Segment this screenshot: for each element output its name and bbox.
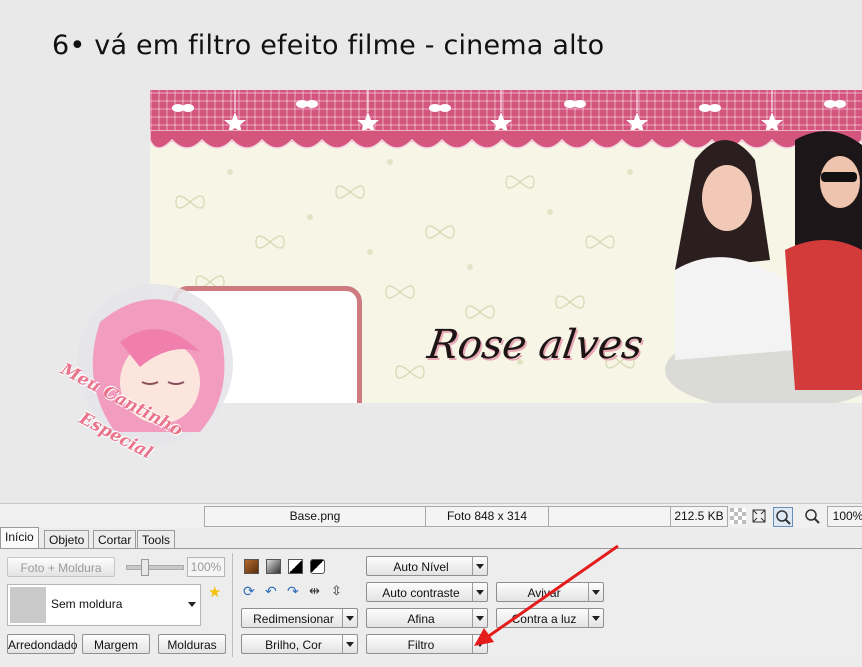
sharpen-label: Afina (407, 612, 435, 626)
chevron-down-icon (476, 563, 484, 569)
tab-cortar[interactable]: Cortar (93, 530, 137, 549)
opacity-value: 100% (187, 557, 225, 577)
margin-button[interactable]: Margem (82, 634, 150, 654)
backlight-dropdown-arrow[interactable] (588, 609, 603, 627)
revive-dropdown-arrow[interactable] (588, 583, 603, 601)
photo-people (665, 131, 862, 403)
chevron-down-icon (188, 602, 196, 607)
filter-button[interactable]: Filtro (366, 634, 488, 654)
status-empty (548, 506, 672, 527)
tool-panel: Foto + Moldura 100% Sem moldura ★ Arredo… (0, 548, 862, 661)
photo-collage (655, 120, 862, 403)
status-zoom: 100% (827, 506, 862, 527)
status-bar: Base.png Foto 848 x 314 212.5 KB 100% (0, 503, 862, 528)
fit-window-icon[interactable] (750, 507, 768, 525)
frame-select-value: Sem moldura (51, 597, 123, 611)
auto-level-button[interactable]: Auto Nível (366, 556, 488, 576)
auto-level-label: Auto Nível (393, 560, 449, 574)
rounded-button[interactable]: Arredondado (7, 634, 77, 654)
rotate-auto-icon[interactable]: ⟳ (243, 583, 259, 599)
chevron-down-icon (346, 615, 354, 621)
resize-button[interactable]: Redimensionar (241, 608, 358, 628)
frames-button[interactable]: Molduras (158, 634, 226, 654)
resize-button-label: Redimensionar (253, 612, 334, 626)
watermark-badge: Meu Cantinho Especial (50, 282, 260, 472)
ribbon-tabs: Início Objeto Cortar Tools (0, 527, 862, 549)
image-canvas: 6• vá em filtro efeito filme - cinema al… (0, 0, 862, 503)
opacity-slider[interactable] (126, 559, 184, 576)
flip-vertical-icon[interactable]: ⇳ (331, 583, 347, 599)
zoom-icon[interactable] (803, 507, 821, 525)
banner-name-text: Rose alves (424, 322, 646, 368)
resize-dropdown-arrow[interactable] (342, 609, 357, 627)
filter-label: Filtro (407, 638, 435, 652)
tab-tools[interactable]: Tools (137, 530, 176, 549)
sepia-icon[interactable] (244, 559, 259, 574)
auto-contrast-button[interactable]: Auto contraste (366, 582, 488, 602)
status-filename: Base.png (204, 506, 426, 527)
sharpen-dropdown-arrow[interactable] (472, 609, 487, 627)
revive-button[interactable]: Avivar (496, 582, 604, 602)
frame-thumbnail (10, 587, 46, 623)
zoom-actual-icon[interactable] (773, 507, 793, 527)
backlight-label: Contra a luz (511, 612, 577, 626)
chevron-down-icon (592, 589, 600, 595)
brightness-color-label: Brilho, Cor (265, 638, 322, 652)
chevron-down-icon (476, 615, 484, 621)
filter-dropdown-arrow[interactable] (472, 635, 487, 653)
transparency-icon (729, 507, 747, 525)
auto-contrast-label: Auto contraste (382, 586, 460, 600)
chevron-down-icon (476, 641, 484, 647)
auto-level-dropdown-arrow[interactable] (472, 557, 487, 575)
slider-thumb[interactable] (141, 559, 149, 576)
negative-icon[interactable] (310, 559, 325, 574)
chevron-down-icon (346, 641, 354, 647)
grayscale-icon[interactable] (266, 559, 281, 574)
rotate-right-icon[interactable]: ↷ (287, 583, 303, 599)
favorite-star-icon[interactable]: ★ (208, 583, 221, 601)
chevron-down-icon (592, 615, 600, 621)
backlight-button[interactable]: Contra a luz (496, 608, 604, 628)
brightness-color-button[interactable]: Brilho, Cor (241, 634, 358, 654)
tab-inicio[interactable]: Início (0, 527, 39, 549)
tab-objeto[interactable]: Objeto (44, 530, 90, 549)
step-title: 6• vá em filtro efeito filme - cinema al… (52, 30, 605, 61)
brightness-dropdown-arrow[interactable] (342, 635, 357, 653)
rotate-left-icon[interactable]: ↶ (265, 583, 281, 599)
flip-horizontal-icon[interactable]: ⇹ (309, 583, 325, 599)
black-white-icon[interactable] (288, 559, 303, 574)
auto-contrast-dropdown-arrow[interactable] (472, 583, 487, 601)
status-filesize: 212.5 KB (670, 506, 728, 527)
frame-select[interactable]: Sem moldura (7, 584, 201, 626)
revive-label: Avivar (527, 586, 561, 600)
sharpen-button[interactable]: Afina (366, 608, 488, 628)
photo-frame-button[interactable]: Foto + Moldura (7, 557, 115, 577)
chevron-down-icon (476, 589, 484, 595)
panel-separator (232, 553, 233, 657)
status-dimensions: Foto 848 x 314 (425, 506, 549, 527)
